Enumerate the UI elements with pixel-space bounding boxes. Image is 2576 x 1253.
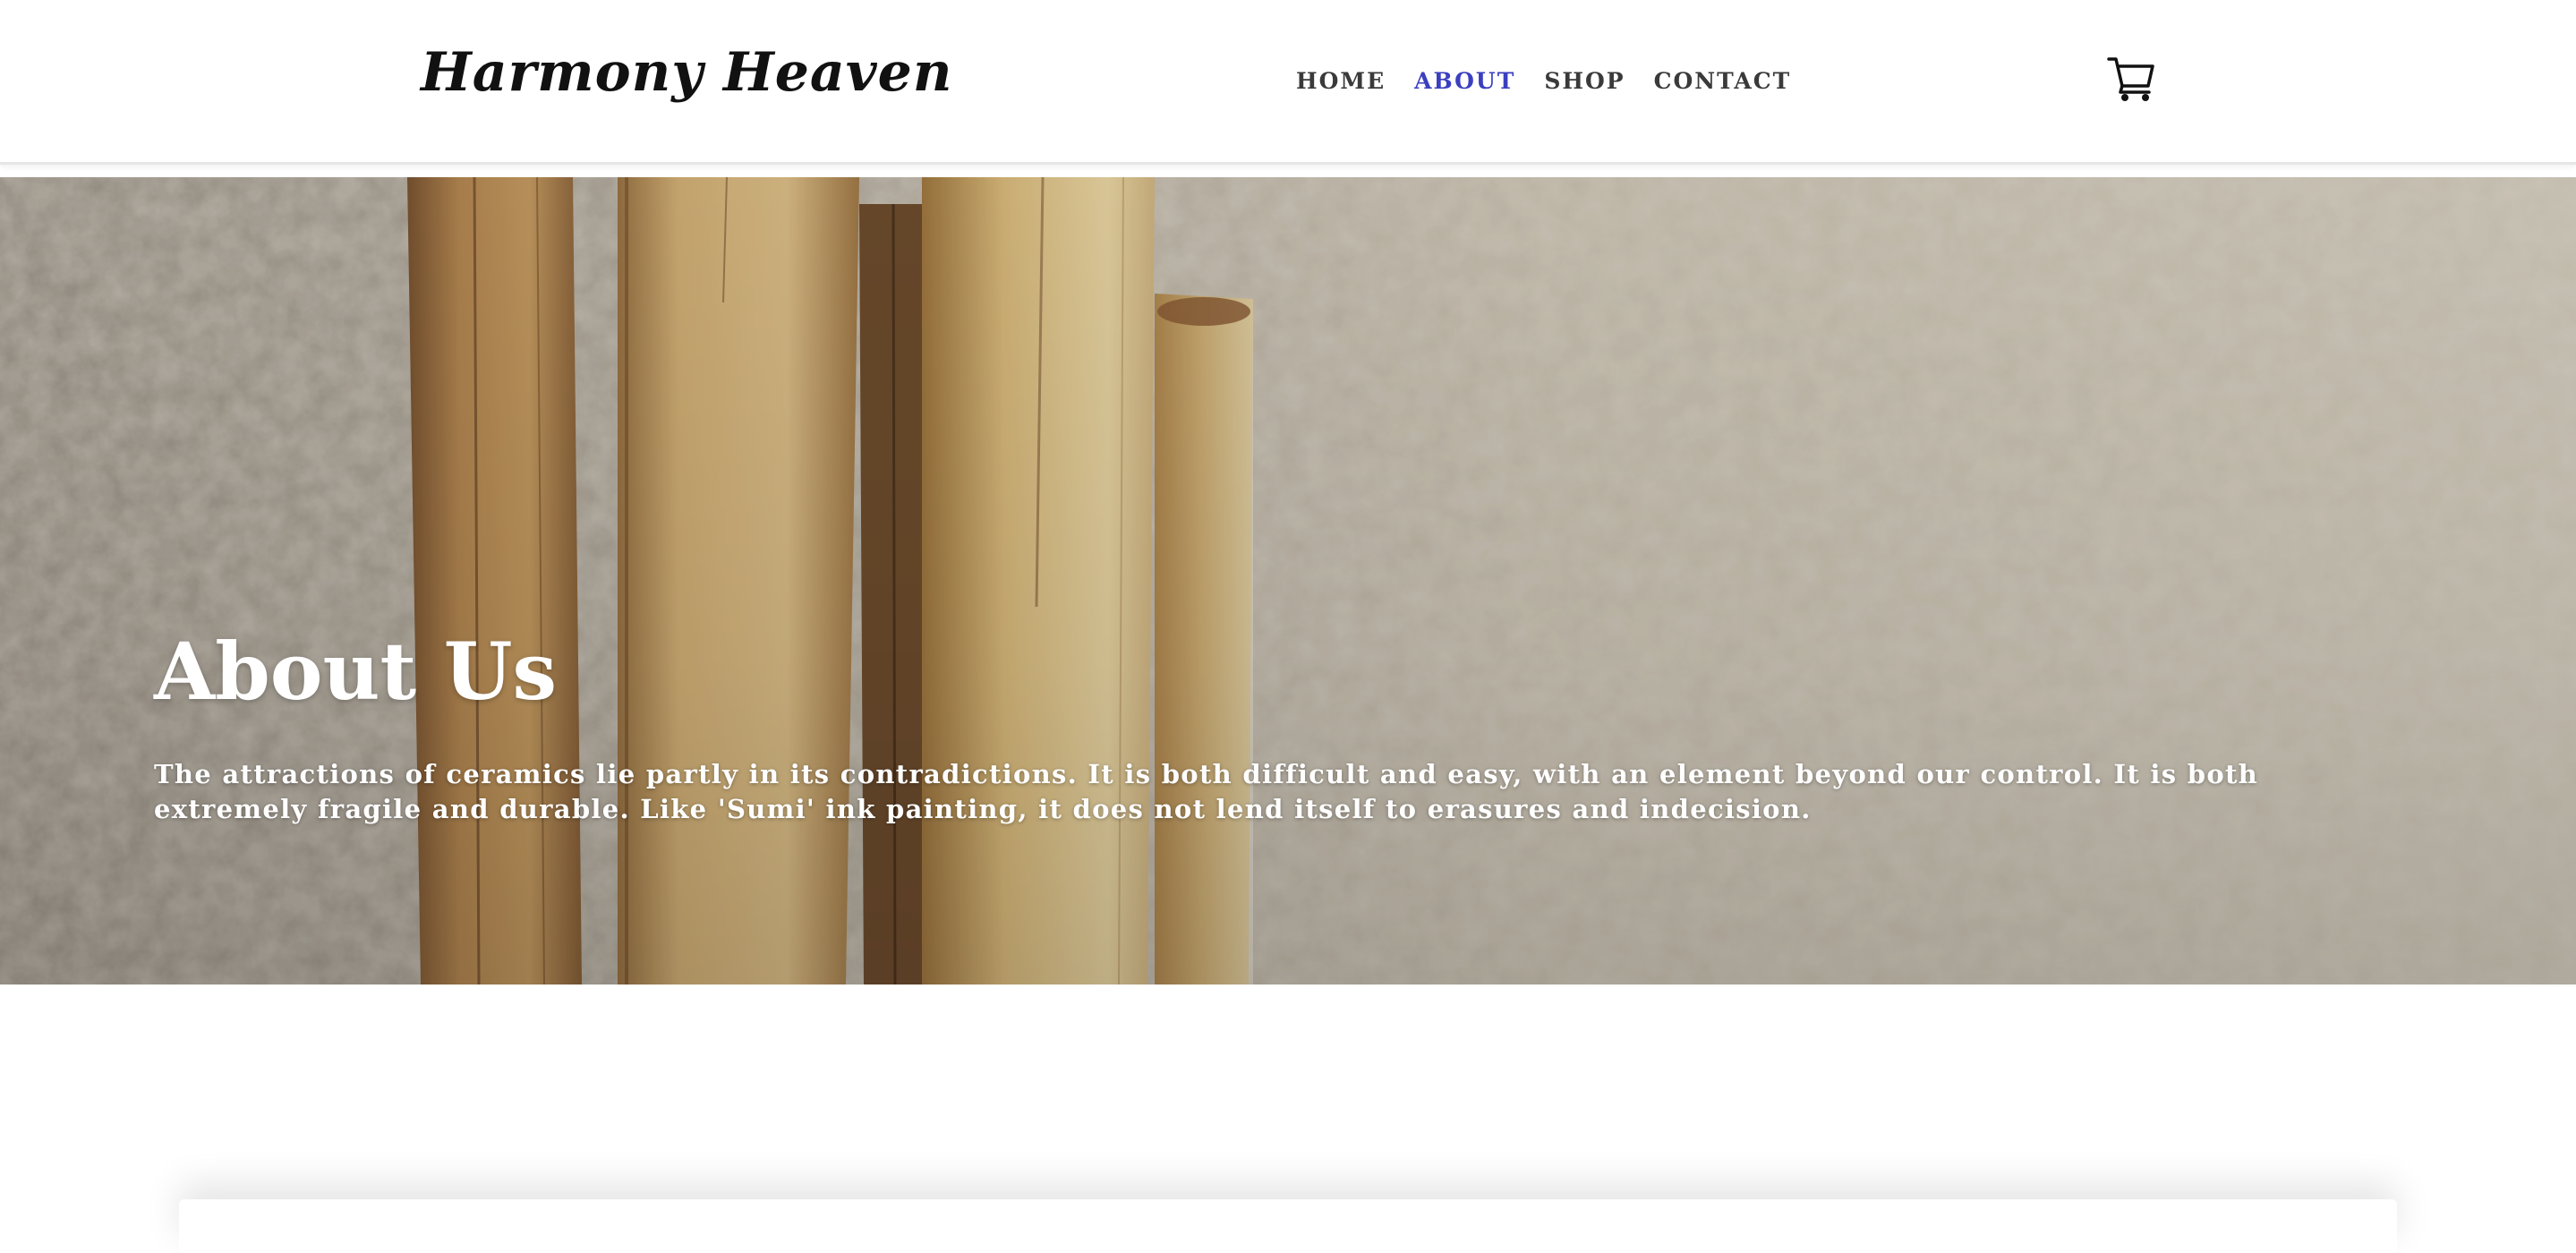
nav-shop[interactable]: SHOP <box>1544 68 1625 94</box>
content-card <box>179 1199 2397 1253</box>
nav-contact[interactable]: CONTACT <box>1654 68 1792 94</box>
nav-home[interactable]: HOME <box>1296 68 1386 94</box>
hero-banner: About Us The attractions of ceramics lie… <box>0 177 2576 984</box>
main-nav: HOME ABOUT SHOP CONTACT <box>1296 68 1791 94</box>
cart-button[interactable] <box>2105 52 2157 104</box>
brand-logo[interactable]: Harmony Heaven <box>421 41 952 104</box>
site-header: Harmony Heaven HOME ABOUT SHOP CONTACT <box>0 0 2576 165</box>
cart-icon <box>2107 57 2154 101</box>
hero-description: The attractions of ceramics lie partly i… <box>154 759 2259 824</box>
nav-about[interactable]: ABOUT <box>1414 68 1515 94</box>
page-title: About Us <box>154 625 558 718</box>
hero-background-image <box>0 177 2576 984</box>
